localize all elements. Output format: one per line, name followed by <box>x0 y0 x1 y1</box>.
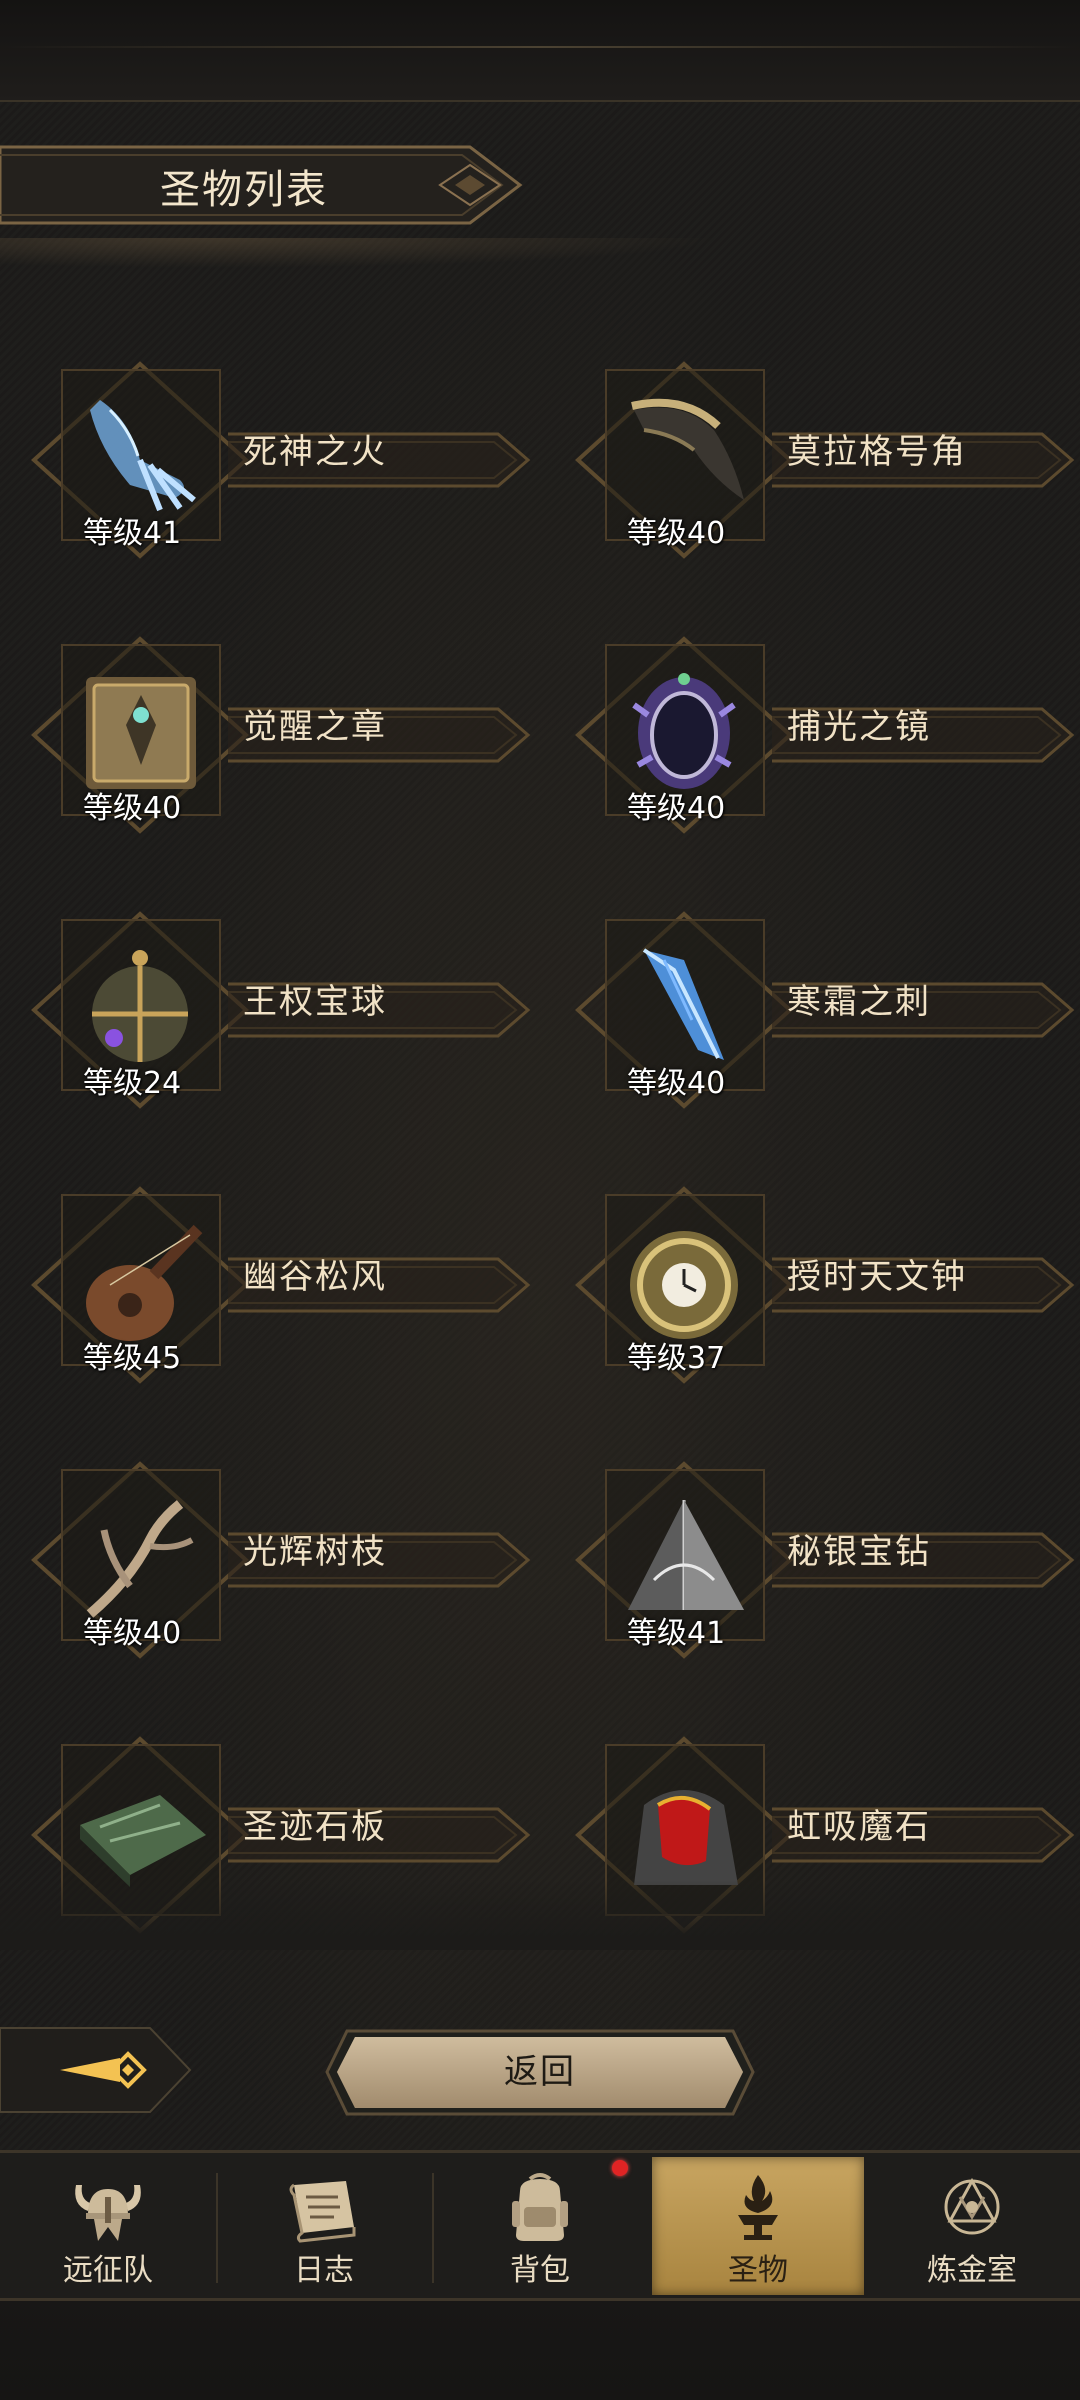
bottom-nav-bar: 远征队 日志 背包 圣物 炼金室 <box>0 2150 1080 2301</box>
relic-card[interactable]: 觉醒之章等级40 <box>28 635 548 835</box>
astronomical-clock-icon <box>630 1231 738 1339</box>
lute-icon <box>86 1224 203 1341</box>
relic-level: 等级45 <box>83 1341 182 1376</box>
viking-helmet-icon <box>75 2185 141 2241</box>
relic-level: 等级41 <box>627 1616 726 1651</box>
relic-level: 等级24 <box>83 1066 182 1101</box>
royal-orb-icon <box>92 950 188 1062</box>
tab-journal[interactable]: 日志 <box>218 2157 430 2295</box>
relic-card[interactable]: 光辉树枝等级40 <box>28 1460 548 1660</box>
relic-card[interactable]: 寒霜之刺等级40 <box>572 910 1080 1110</box>
blue-spectral-hand-icon <box>90 400 196 512</box>
relic-card[interactable]: 授时天文钟等级37 <box>572 1185 1080 1385</box>
brazier-icon <box>738 2175 778 2240</box>
relic-level: 等级40 <box>627 1066 726 1101</box>
page-switch-button[interactable] <box>0 2020 200 2120</box>
relic-level: 等级40 <box>627 791 726 826</box>
relic-card[interactable]: 秘银宝钻等级41 <box>572 1460 1080 1660</box>
tab-label: 背包 <box>510 2253 570 2288</box>
alchemy-icon <box>944 2177 1000 2235</box>
tab-alchemy[interactable]: 炼金室 <box>866 2157 1078 2295</box>
relic-name: 寒霜之刺 <box>787 982 931 1022</box>
back-button[interactable]: 返回 <box>325 2025 755 2120</box>
relic-level: 等级40 <box>83 1616 182 1651</box>
relic-name: 觉醒之章 <box>243 707 387 747</box>
tab-label: 炼金室 <box>927 2253 1017 2288</box>
stone-tablet-icon <box>80 1795 206 1887</box>
tab-label: 日志 <box>294 2253 354 2288</box>
relic-name: 王权宝球 <box>243 982 387 1022</box>
tab-expedition[interactable]: 远征队 <box>2 2157 214 2295</box>
relic-name: 死神之火 <box>243 432 387 472</box>
relic-level: 等级37 <box>627 1341 726 1376</box>
tab-label: 远征队 <box>63 2253 153 2288</box>
scroll-icon <box>289 2181 356 2243</box>
relic-card[interactable]: 捕光之镜等级40 <box>572 635 1080 835</box>
notification-dot <box>612 2160 628 2176</box>
backpack-icon <box>512 2173 568 2241</box>
relic-name: 莫拉格号角 <box>787 432 967 472</box>
relic-name: 光辉树枝 <box>243 1532 387 1572</box>
ancient-book-icon <box>86 677 196 789</box>
siphon-stone-icon <box>634 1790 738 1885</box>
relic-level: 等级41 <box>83 516 182 551</box>
list-fade <box>0 1880 1080 1950</box>
tab-backpack[interactable]: 背包 <box>434 2157 646 2295</box>
crystal-mirror-icon <box>632 673 736 789</box>
relic-name: 捕光之镜 <box>787 707 931 747</box>
relic-card[interactable]: 莫拉格号角等级40 <box>572 360 1080 560</box>
tab-label: 圣物 <box>728 2253 788 2288</box>
ice-shard-icon <box>642 948 724 1060</box>
relic-level: 等级40 <box>627 516 726 551</box>
relic-list[interactable]: 死神之火 等级41 莫拉格号角 等级40 觉醒之章 等级40 捕光之镜 等级40 王权宝球 等级2… <box>0 0 1080 1950</box>
branch-icon <box>86 1500 194 1618</box>
back-button-label: 返回 <box>504 2052 576 2092</box>
relic-name: 秘银宝钻 <box>787 1532 931 1572</box>
relic-level: 等级40 <box>83 791 182 826</box>
relic-name: 圣迹石板 <box>243 1807 387 1847</box>
bottom-nav: 远征队 日志 背包 圣物 炼金室 <box>0 2150 1080 2400</box>
relic-card[interactable]: 幽谷松风等级45 <box>28 1185 548 1385</box>
tab-relics[interactable]: 圣物 <box>652 2157 864 2295</box>
relic-name: 幽谷松风 <box>243 1257 387 1297</box>
relic-card[interactable]: 王权宝球等级24 <box>28 910 548 1110</box>
mithril-pyramid-icon <box>628 1500 744 1610</box>
relic-name: 虹吸魔石 <box>787 1807 931 1847</box>
horn-icon <box>631 398 744 500</box>
relic-card[interactable]: 死神之火等级41 <box>28 360 548 560</box>
relic-name: 授时天文钟 <box>787 1257 967 1297</box>
